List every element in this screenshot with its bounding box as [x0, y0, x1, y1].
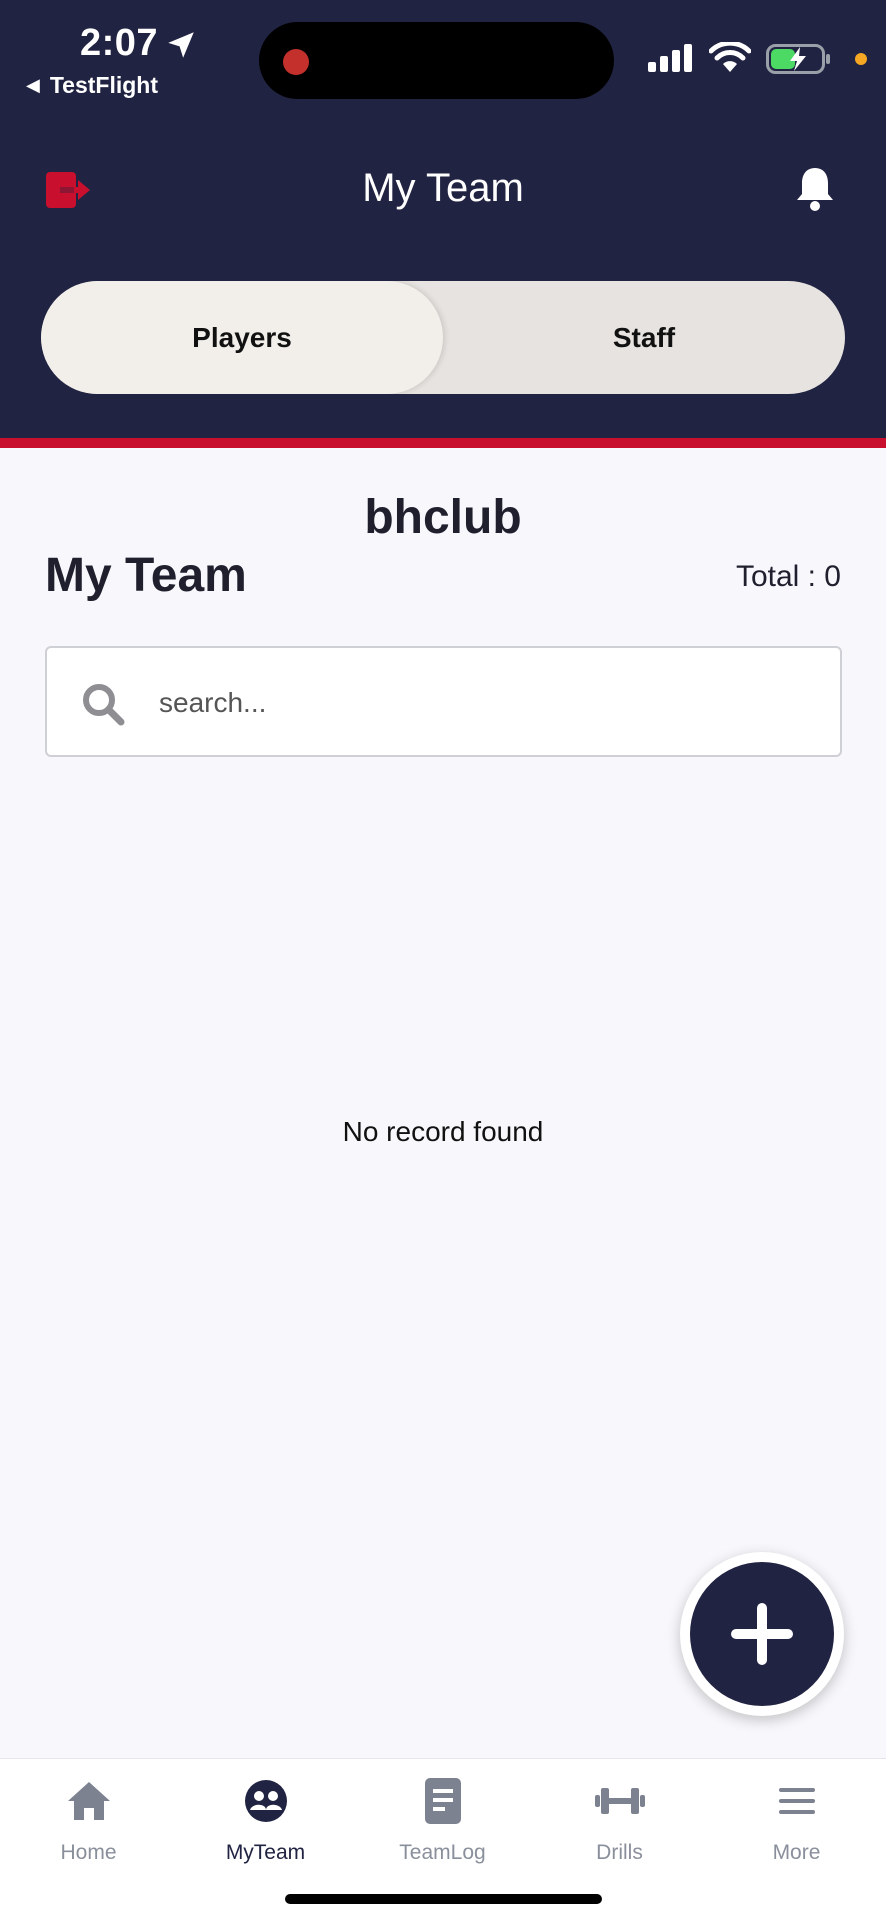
team-icon [244, 1780, 287, 1822]
dynamic-island [259, 22, 614, 99]
tab-more[interactable]: More [708, 1773, 885, 1865]
section-title: My Team [45, 549, 247, 602]
notification-bell-icon[interactable] [794, 166, 836, 212]
players-staff-segmented-control: Players Staff [41, 281, 845, 394]
add-button-circle[interactable] [690, 1562, 834, 1706]
tab-home[interactable]: Home [0, 1773, 177, 1865]
search-icon [83, 684, 125, 726]
battery-charging-icon [766, 44, 830, 74]
empty-state-message: No record found [342, 1116, 544, 1147]
tab-teamlog[interactable]: TeamLog [354, 1773, 531, 1865]
tab-drills[interactable]: Drills [531, 1773, 708, 1865]
menu-icon [778, 1788, 815, 1814]
tab-players[interactable]: Players [41, 281, 443, 394]
tab-staff[interactable]: Staff [443, 281, 845, 394]
home-indicator[interactable] [285, 1894, 602, 1904]
add-button[interactable] [680, 1552, 844, 1716]
page-header-title: My Team [362, 166, 524, 210]
tab-teamlog-label: TeamLog [399, 1841, 486, 1864]
dumbbell-icon [594, 1788, 645, 1814]
total-count: Total : 0 [735, 560, 841, 593]
club-name: bhclub [364, 491, 522, 544]
privacy-indicator-icon [855, 53, 867, 65]
tab-home-label: Home [60, 1841, 117, 1864]
plus-icon [731, 1603, 793, 1665]
home-icon [67, 1782, 110, 1820]
wifi-icon [709, 42, 751, 72]
tab-myteam-label: MyTeam [225, 1841, 306, 1864]
document-icon [424, 1778, 461, 1824]
back-app-label: TestFlight [49, 72, 159, 98]
recording-indicator-icon [283, 49, 309, 75]
cellular-signal-icon [648, 44, 692, 72]
tab-more-label: More [772, 1841, 821, 1864]
search-input[interactable] [159, 668, 799, 738]
search-bar[interactable] [45, 646, 842, 757]
tab-drills-label: Drills [596, 1841, 643, 1864]
app-header: 2:07 ◀ TestFlight My Team Players Staff [0, 0, 886, 438]
status-time: 2:07 [80, 22, 159, 64]
header-accent-divider [0, 438, 886, 448]
tab-myteam[interactable]: MyTeam [177, 1773, 354, 1865]
location-arrow-icon [168, 32, 194, 58]
back-to-app-link[interactable]: ◀ TestFlight [26, 72, 158, 99]
back-triangle-icon: ◀ [26, 75, 40, 95]
